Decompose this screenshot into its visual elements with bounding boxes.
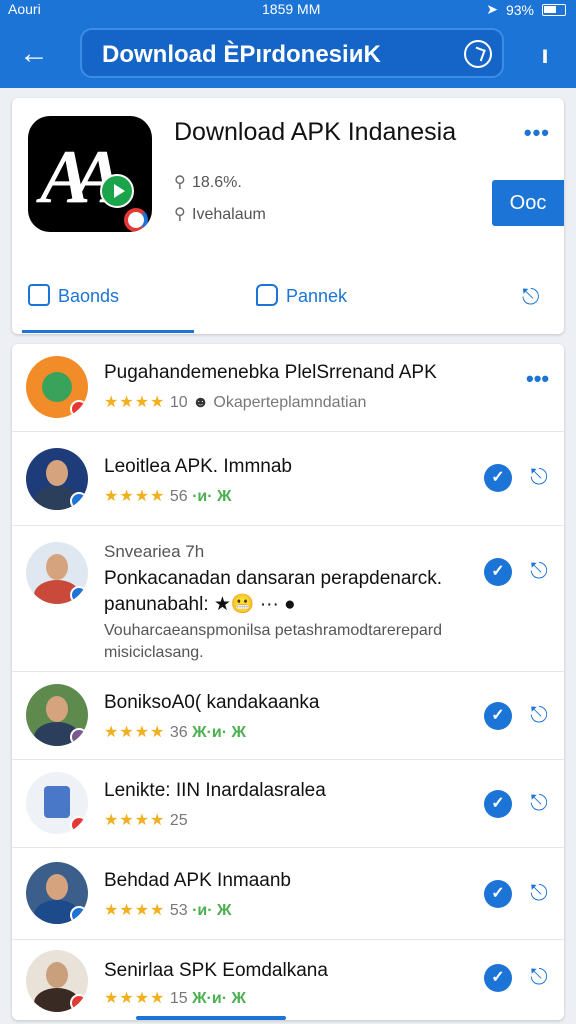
row-title: Snveariea 7h [104, 542, 205, 561]
star-rating-icon: ★★★★ [104, 902, 166, 919]
badge-icon [70, 816, 88, 834]
scroll-indicator[interactable] [136, 1016, 286, 1020]
row-title: Senirlaa SPK Eomdalkana [104, 960, 328, 981]
row-rating: ★★★★ 15 Ж·и· Ж [104, 990, 246, 1007]
play-icon [100, 174, 134, 208]
check-icon[interactable]: ✓ [484, 558, 512, 586]
list-item[interactable]: BoniksoA0( kandakaanka ★★★★ 36 Ж·и· Ж ✓ … [12, 672, 564, 760]
app-card: AA Download APK Indanesia ••• ⚲ 18.6%. ⚲ I… [12, 98, 564, 334]
status-bar: Aouri 1859 MM ➤ 93% [0, 0, 576, 20]
share-icon[interactable]: ⎋ [526, 790, 552, 816]
row-more-icon[interactable]: ••• [526, 366, 549, 392]
avatar [26, 950, 88, 1012]
star-rating-icon: ★★★★ [104, 724, 166, 741]
list-item[interactable]: Senirlaa SPK Eomdalkana ★★★★ 15 Ж·и· Ж ✓… [12, 940, 564, 1020]
app-rating-row: ⚲ 18.6%. [174, 172, 242, 192]
avatar [26, 862, 88, 924]
battery-percent: 93% [505, 1, 534, 18]
app-avatar [26, 772, 88, 834]
more-options-icon[interactable]: ••• [524, 120, 550, 146]
row-title: Lenikte: IIN Inardalasralea [104, 780, 326, 801]
star-rating-icon: ★★★★ [104, 488, 166, 505]
row-description: Vouharcaeanspmonilsa petashramodtarerepa… [104, 622, 442, 661]
app-title: Download APK Indanesia [174, 118, 457, 146]
pin-icon: ⚲ [174, 206, 186, 223]
status-time: 1859 MM [262, 1, 321, 17]
compass-icon[interactable] [464, 40, 492, 68]
carrier-label: Aouri [8, 1, 41, 17]
back-arrow-icon[interactable]: ← [14, 34, 54, 74]
avatar [26, 542, 88, 604]
search-title-field[interactable]: Download ЀPırdonesiиK [80, 28, 504, 78]
badge-icon [70, 728, 88, 746]
open-button[interactable]: Ooc [492, 180, 564, 226]
star-rating-icon: ★★★★ [104, 812, 166, 829]
verified-badge-icon [70, 586, 88, 604]
bag-icon [28, 284, 50, 306]
row-body: Ponkacanadan dansaran perapdenarck. panu… [104, 568, 443, 615]
row-rating: ★★★★ 56 ·и· Ж [104, 488, 232, 505]
verified-badge-icon [70, 906, 88, 924]
verified-badge-icon [70, 492, 88, 510]
active-tab-indicator [22, 330, 194, 333]
row-title: Leoitlea APK. Immnab [104, 456, 292, 477]
share-icon[interactable]: ⎋ [526, 558, 552, 584]
check-icon[interactable]: ✓ [484, 790, 512, 818]
row-title: Behdad APK Inmaanb [104, 870, 291, 891]
app-rating: 18.6%. [192, 174, 242, 191]
status-icons: ➤ 93% [486, 1, 566, 18]
app-bar: ← Download ЀPırdonesiиK ı [0, 20, 576, 88]
info-icon[interactable]: ı [530, 34, 560, 74]
check-icon[interactable]: ✓ [484, 702, 512, 730]
row-rating: ★★★★ 36 Ж·и· Ж [104, 724, 246, 741]
star-rating-icon: ★★★★ [104, 990, 166, 1007]
check-icon[interactable]: ✓ [484, 880, 512, 908]
row-title: Pugahandemenebka PlelSrrenand APK [104, 362, 437, 383]
star-rating-icon: ★★★★ [104, 394, 166, 411]
check-icon[interactable]: ✓ [484, 464, 512, 492]
location-icon: ➤ [486, 1, 498, 17]
google-badge-icon [124, 208, 148, 232]
share-icon[interactable]: ⎋ [526, 964, 552, 990]
row-rating: ★★★★ 10 ☻ Okaperteplamndatian [104, 394, 367, 411]
avatar [26, 448, 88, 510]
share-icon[interactable]: ⎋ [522, 284, 548, 309]
share-icon[interactable]: ⎋ [526, 464, 552, 490]
tab-pannek[interactable]: Pannek [256, 284, 347, 307]
app-avatar [26, 356, 88, 418]
avatar [26, 684, 88, 746]
list-item[interactable]: Leoitlea APK. Immnab ★★★★ 56 ·и· Ж ✓ ⎋ [12, 432, 564, 526]
badge-icon [70, 400, 88, 418]
list-item[interactable]: Behdad APK Inmaanb ★★★★ 53 ·и· Ж ✓ ⎋ [12, 848, 564, 940]
results-list: Pugahandemenebka PlelSrrenand APK ★★★★ 1… [12, 344, 564, 1020]
row-title: BoniksoA0( kandakaanka [104, 692, 320, 713]
list-item[interactable]: Lenikte: IIN Inardalasralea ★★★★ 25 ✓ ⎋ [12, 760, 564, 848]
badge-icon [70, 994, 88, 1012]
app-category-row: ⚲ Ivehalaum [174, 204, 266, 224]
chat-icon [256, 284, 278, 306]
share-icon[interactable]: ⎋ [526, 702, 552, 728]
tab-baonds[interactable]: Baonds [28, 284, 119, 307]
row-rating: ★★★★ 53 ·и· Ж [104, 902, 232, 919]
app-logo-icon: AA [28, 116, 152, 232]
row-rating: ★★★★ 25 [104, 812, 188, 829]
header-title: Download ЀPırdonesiиK [102, 41, 381, 68]
share-icon[interactable]: ⎋ [526, 880, 552, 906]
battery-icon [542, 3, 566, 16]
check-icon[interactable]: ✓ [484, 964, 512, 992]
emoji-icon: ☻ [192, 394, 209, 411]
list-item[interactable]: Pugahandemenebka PlelSrrenand APK ★★★★ 1… [12, 344, 564, 432]
list-item[interactable]: Snveariea 7h Ponkacanadan dansaran perap… [12, 526, 564, 672]
pin-icon: ⚲ [174, 174, 186, 191]
app-category: Ivehalaum [192, 206, 266, 223]
